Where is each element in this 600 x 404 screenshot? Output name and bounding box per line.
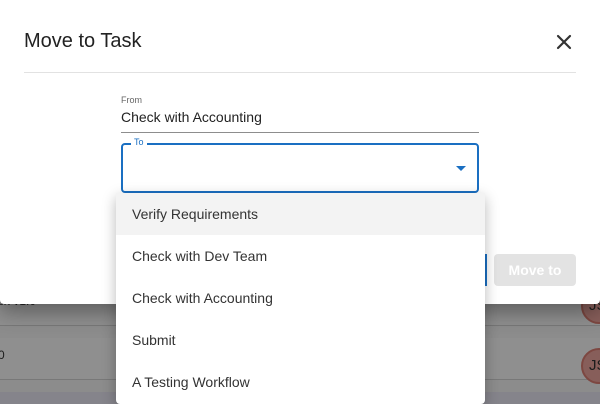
from-underline bbox=[121, 132, 479, 133]
close-button[interactable] bbox=[552, 30, 576, 54]
title-divider bbox=[24, 72, 576, 73]
menu-item-check-with-dev-team[interactable]: Check with Dev Team bbox=[116, 235, 485, 277]
close-icon bbox=[556, 34, 572, 50]
menu-item-a-testing-workflow[interactable]: A Testing Workflow bbox=[116, 361, 485, 403]
menu-item-verify-requirements[interactable]: Verify Requirements bbox=[116, 193, 485, 235]
from-label: From bbox=[121, 95, 142, 105]
caret-down-icon[interactable] bbox=[456, 166, 466, 171]
menu-item-submit[interactable]: Submit bbox=[116, 319, 485, 361]
to-label: To bbox=[131, 137, 147, 147]
menu-item-check-with-accounting[interactable]: Check with Accounting bbox=[116, 277, 485, 319]
move-to-button[interactable]: Move to bbox=[494, 254, 576, 286]
to-select[interactable]: To bbox=[121, 137, 479, 193]
dialog-title: Move to Task bbox=[24, 30, 142, 52]
from-value: Check with Accounting bbox=[121, 109, 262, 125]
task-dropdown-menu: Verify Requirements Check with Dev Team … bbox=[116, 193, 485, 404]
